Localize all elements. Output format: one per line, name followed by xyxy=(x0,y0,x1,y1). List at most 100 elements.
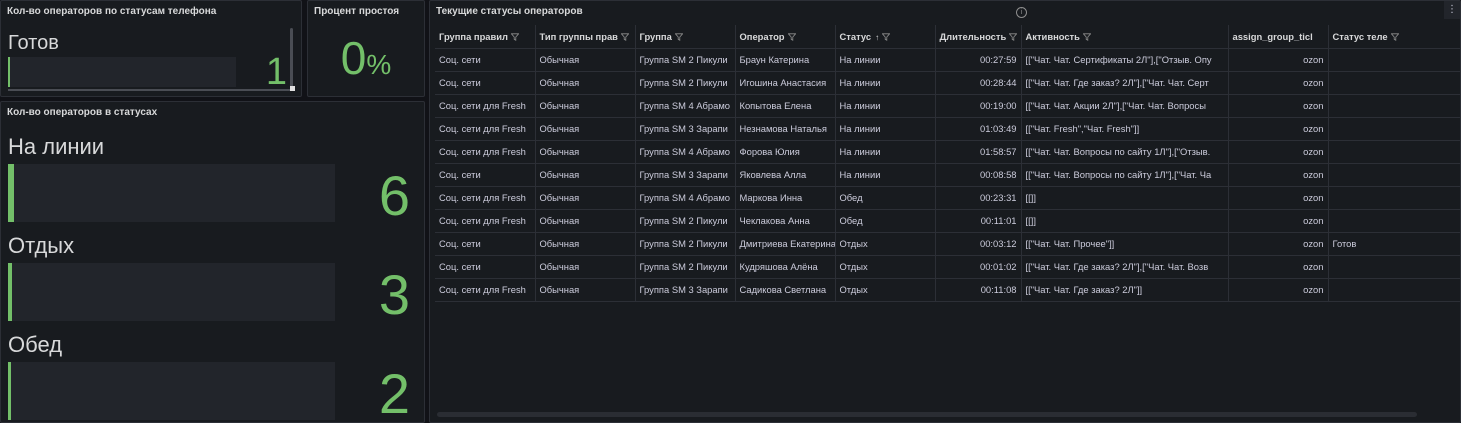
bottom-scrollbar[interactable] xyxy=(8,89,290,91)
table-cell: [["Чат. Fresh","Чат. Fresh"]] xyxy=(1021,117,1229,141)
status-value-on-line: 6 xyxy=(378,164,410,227)
idle-unit: % xyxy=(366,49,392,80)
table-row[interactable]: Соц. сети Обычная Группа SM 2 Пикули Дмитри… xyxy=(435,232,1460,256)
table-cell: ozon xyxy=(1228,255,1329,279)
filter-icon[interactable] xyxy=(882,33,891,41)
table-header-row: Группа правил Тип группы прав Группа Операт… xyxy=(435,25,1460,49)
table-cell: [["Чат. Чат. Где заказ? 2Л"],["Чат. Чат.… xyxy=(1021,71,1229,95)
column-header[interactable]: Длительность xyxy=(935,25,1022,49)
filter-icon[interactable] xyxy=(1390,33,1399,41)
table-cell: [["Чат. Чат. Где заказ? 2Л"],["Чат. Чат.… xyxy=(1021,255,1229,279)
table-cell: [[]] xyxy=(1021,186,1229,210)
resize-handle[interactable] xyxy=(290,86,295,91)
table-cell: Игошина Анастасия xyxy=(735,71,836,95)
table-cell: Браун Катерина xyxy=(735,48,836,72)
table-cell xyxy=(1328,48,1460,72)
filter-icon[interactable] xyxy=(620,33,629,41)
table-cell: На линии xyxy=(835,48,936,72)
gauge-fill xyxy=(8,57,10,87)
table-cell: ozon xyxy=(1228,140,1329,164)
table-cell: 00:01:02 xyxy=(935,255,1022,279)
filter-icon[interactable] xyxy=(1009,33,1018,41)
table-cell: Обед xyxy=(835,186,936,210)
table-row[interactable]: Соц. сети Обычная Группа SM 2 Пикули Игошин… xyxy=(435,71,1460,95)
filter-icon[interactable] xyxy=(674,33,683,41)
table-cell: 00:08:58 xyxy=(935,163,1022,187)
column-header-label: Группа xyxy=(639,30,672,42)
table-cell: ozon xyxy=(1228,48,1329,72)
table-cell: Группа SM 2 Пикули xyxy=(635,71,736,95)
horizontal-scrollbar[interactable] xyxy=(437,412,1417,417)
table-cell: Обед xyxy=(835,209,936,233)
table-cell: Группа SM 2 Пикули xyxy=(635,48,736,72)
table-cell: Незнамова Наталья xyxy=(735,117,836,141)
table-cell: [["Чат. Чат. Вопросы по сайту 1Л"],["Чат… xyxy=(1021,163,1229,187)
table-cell: ozon xyxy=(1228,71,1329,95)
table-cell: Группа SM 3 Зарапи xyxy=(635,117,736,141)
table-cell: Группа SM 4 Абрамо xyxy=(635,140,736,164)
table-cell: На линии xyxy=(835,163,936,187)
table-row[interactable]: Соц. сети Обычная Группа SM 3 Зарапи Яковле… xyxy=(435,163,1460,187)
table-row[interactable]: Соц. сети Обычная Группа SM 2 Пикули Кудряш… xyxy=(435,255,1460,279)
more-vertical-icon[interactable]: ⋮ xyxy=(1444,1,1460,19)
column-header[interactable]: assign_group_ticl xyxy=(1228,25,1329,49)
table-cell: 01:58:57 xyxy=(935,140,1022,164)
column-header[interactable]: Группа xyxy=(635,25,736,49)
column-header[interactable]: Активность xyxy=(1021,25,1229,49)
table-cell: ozon xyxy=(1228,278,1329,302)
table-cell xyxy=(1328,71,1460,95)
panel-scrollbar[interactable] xyxy=(290,28,293,88)
table-cell: Готов xyxy=(1328,232,1460,256)
table-row[interactable]: Соц. сети для Fresh Обычная Группа SM 2 Пи… xyxy=(435,209,1460,233)
table-cell: Форова Юлия xyxy=(735,140,836,164)
table-cell: Соц. сети xyxy=(435,255,536,279)
table-cell: Группа SM 4 Абрамо xyxy=(635,94,736,118)
table-cell: 00:03:12 xyxy=(935,232,1022,256)
info-circle-icon[interactable]: i xyxy=(1016,7,1027,18)
table-cell: Обычная xyxy=(535,48,636,72)
table-row[interactable]: Соц. сети для Fresh Обычная Группа SM 4 Аб… xyxy=(435,94,1460,118)
status-track-on-line xyxy=(8,164,335,222)
idle-percent-panel: Процент простоя 0% xyxy=(307,0,425,97)
table-cell: Обычная xyxy=(535,94,636,118)
table-row[interactable]: Соц. сети для Fresh Обычная Группа SM 4 Аб… xyxy=(435,186,1460,210)
status-value-lunch: 2 xyxy=(378,362,410,423)
table-row[interactable]: Соц. сети Обычная Группа SM 2 Пикули Браун … xyxy=(435,48,1460,72)
table-cell: На линии xyxy=(835,94,936,118)
table-cell: Обычная xyxy=(535,278,636,302)
table-cell: Яковлева Алла xyxy=(735,163,836,187)
column-header-label: Оператор xyxy=(739,30,785,42)
table-cell: Соц. сети xyxy=(435,48,536,72)
panel-title: Кол-во операторов в статусах xyxy=(7,107,158,118)
table-cell: 00:11:08 xyxy=(935,278,1022,302)
table-cell: Обычная xyxy=(535,163,636,187)
gauge-label: Готов xyxy=(8,32,59,54)
filter-icon[interactable] xyxy=(787,33,796,41)
arrow-up-icon[interactable]: ↑ xyxy=(875,33,879,42)
panel-title: Процент простоя xyxy=(314,6,400,17)
table-cell: Обычная xyxy=(535,255,636,279)
table-cell: Группа SM 2 Пикули xyxy=(635,255,736,279)
column-header[interactable]: Оператор xyxy=(735,25,836,49)
table-cell: Отдых xyxy=(835,232,936,256)
table-cell xyxy=(1328,163,1460,187)
column-header[interactable]: Статус ↑ xyxy=(835,25,936,49)
status-track-rest xyxy=(8,263,335,321)
gauge-value: 1 xyxy=(265,51,287,93)
table-cell: ozon xyxy=(1228,186,1329,210)
filter-icon[interactable] xyxy=(511,33,520,41)
column-header[interactable]: Тип группы прав xyxy=(535,25,636,49)
table-cell: Соц. сети для Fresh xyxy=(435,209,536,233)
column-header[interactable]: Группа правил xyxy=(435,25,536,49)
table-cell: 00:27:59 xyxy=(935,48,1022,72)
table-row[interactable]: Соц. сети для Fresh Обычная Группа SM 3 За… xyxy=(435,117,1460,141)
column-header[interactable]: Статус теле xyxy=(1328,25,1460,49)
gauge-track xyxy=(8,57,236,87)
table-row[interactable]: Соц. сети для Fresh Обычная Группа SM 4 Аб… xyxy=(435,140,1460,164)
table-row[interactable]: Соц. сети для Fresh Обычная Группа SM 3 За… xyxy=(435,278,1460,302)
current-statuses-panel: Текущие статусы операторов i ⋮ Группа пр… xyxy=(429,0,1461,423)
column-header-label: Статус xyxy=(839,30,872,42)
table-cell: Группа SM 2 Пикули xyxy=(635,209,736,233)
column-header-label: Статус теле xyxy=(1332,30,1388,42)
filter-icon[interactable] xyxy=(1082,33,1091,41)
